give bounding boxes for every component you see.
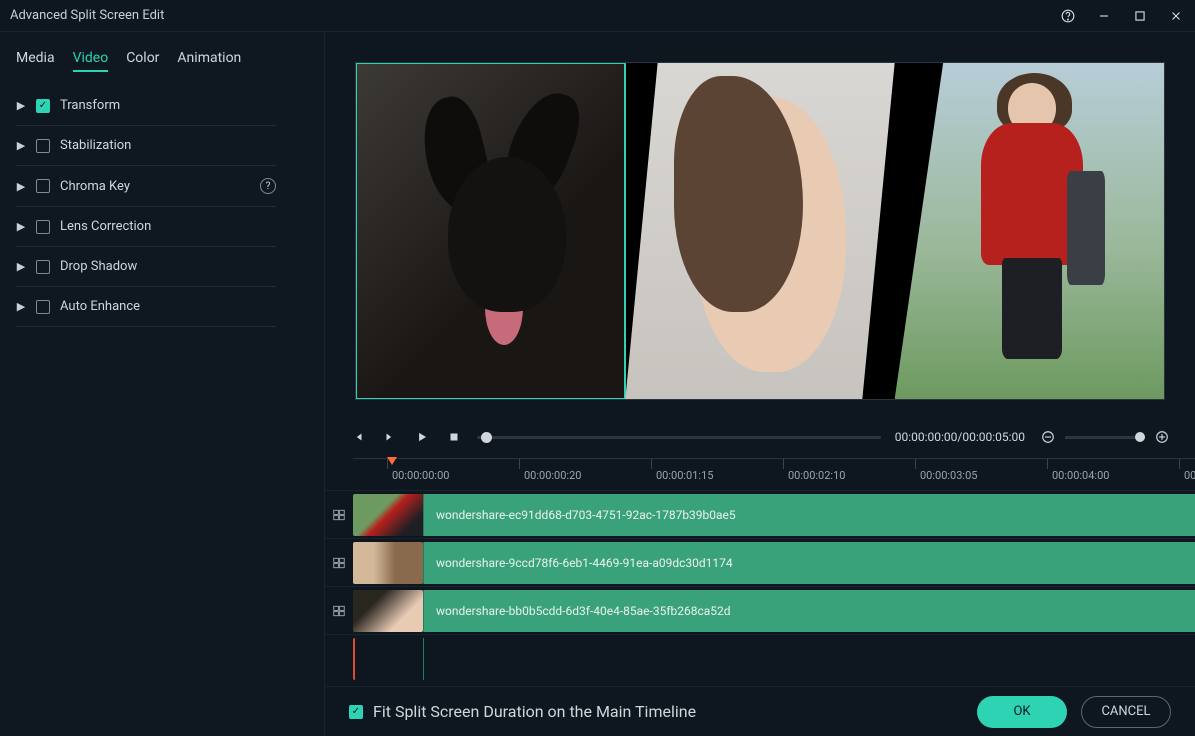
seek-handle[interactable] [481,432,492,443]
option-drop-shadow[interactable]: ▶ Drop Shadow [16,247,276,287]
ruler-tick: 00:00:0 [1179,459,1195,469]
timeline-track[interactable]: wondershare-bb0b5cdd-6d3f-40e4-85ae-35fb… [325,586,1195,634]
titlebar: Advanced Split Screen Edit [0,0,1195,32]
split-screen-preview[interactable] [355,62,1165,400]
timeline-track[interactable]: wondershare-ec91dd68-d703-4751-92ac-1787… [325,490,1195,538]
cancel-button[interactable]: CANCEL [1081,696,1171,728]
minimize-icon[interactable] [1095,7,1113,25]
checkbox-stabilization[interactable] [36,139,50,153]
clip-thumbnail[interactable] [353,590,423,632]
zoom-controls [1039,428,1171,446]
ruler-tick: 00:00:03:05 [915,459,977,469]
ok-button[interactable]: OK [977,696,1067,728]
ruler-tick: 00:00:02:10 [783,459,845,469]
seek-bar[interactable] [477,436,881,439]
ruler-tick: 00:00:00:00 [387,459,449,469]
timecode: 00:00:00:00/00:00:05:00 [895,430,1025,444]
option-chroma-key[interactable]: ▶ Chroma Key ? [16,166,276,207]
split-pane-3[interactable] [895,63,1164,399]
zoom-in-button[interactable] [1153,428,1171,446]
sidebar: Media Video Color Animation ▶ ✓ Transfor… [0,32,325,736]
window-title: Advanced Split Screen Edit [10,8,164,23]
clip [423,638,1195,680]
option-label: Chroma Key [60,179,250,194]
ruler-tick: 00:00:00:20 [519,459,581,469]
checkbox-lens-correction[interactable] [36,220,50,234]
play-button[interactable] [413,428,431,446]
clip[interactable]: wondershare-bb0b5cdd-6d3f-40e4-85ae-35fb… [423,590,1195,632]
option-transform[interactable]: ▶ ✓ Transform [16,86,276,126]
option-stabilization[interactable]: ▶ Stabilization [16,126,276,166]
video-options: ▶ ✓ Transform ▶ Stabilization ▶ Chroma K… [0,78,324,327]
zoom-slider[interactable] [1065,436,1145,439]
step-back-button[interactable] [349,428,367,446]
clip[interactable]: wondershare-ec91dd68-d703-4751-92ac-1787… [423,494,1195,536]
checkbox-chroma-key[interactable] [36,179,50,193]
sidebar-tabs: Media Video Color Animation [0,46,324,78]
clip-thumbnail [353,638,423,680]
split-pane-2[interactable] [625,63,894,399]
checkbox-auto-enhance[interactable] [36,300,50,314]
clip-thumbnail[interactable] [353,494,423,536]
tab-animation[interactable]: Animation [177,46,241,72]
timeline-track-empty[interactable] [325,634,1195,682]
fit-duration-label: Fit Split Screen Duration on the Main Ti… [373,702,696,721]
maximize-icon[interactable] [1131,7,1149,25]
track-icon [325,604,353,618]
checkbox-fit-duration[interactable]: ✓ [349,705,363,719]
timeline-ruler[interactable]: 00:00:00:00 00:00:00:20 00:00:01:15 00:0… [353,458,1195,486]
option-label: Drop Shadow [60,259,276,274]
checkbox-transform[interactable]: ✓ [36,99,50,113]
option-lens-correction[interactable]: ▶ Lens Correction [16,207,276,247]
track-icon [325,508,353,522]
window-controls [1059,7,1185,25]
zoom-handle[interactable] [1135,432,1145,442]
option-label: Lens Correction [60,219,276,234]
tab-video[interactable]: Video [73,46,109,72]
clip[interactable]: wondershare-9ccd78f6-6eb1-4469-91ea-a09d… [423,542,1195,584]
zoom-out-button[interactable] [1039,428,1057,446]
split-pane-1[interactable] [356,63,625,399]
option-label: Stabilization [60,138,276,153]
preview-area [325,32,1195,422]
footer: ✓ Fit Split Screen Duration on the Main … [325,686,1195,736]
player-controls: 00:00:00:00/00:00:05:00 [325,422,1195,452]
chevron-right-icon: ▶ [16,180,26,193]
help-icon[interactable] [1059,7,1077,25]
option-auto-enhance[interactable]: ▶ Auto Enhance [16,287,276,327]
chevron-right-icon: ▶ [16,220,26,233]
step-forward-button[interactable] [381,428,399,446]
ruler-tick: 00:00:04:00 [1047,459,1109,469]
stop-button[interactable] [445,428,463,446]
option-label: Transform [60,98,276,113]
chevron-right-icon: ▶ [16,260,26,273]
tab-color[interactable]: Color [126,46,159,72]
track-icon [325,556,353,570]
timeline: wondershare-ec91dd68-d703-4751-92ac-1787… [325,486,1195,686]
ruler-tick: 00:00:01:15 [651,459,713,469]
close-icon[interactable] [1167,7,1185,25]
help-icon[interactable]: ? [260,178,276,194]
clip-thumbnail[interactable] [353,542,423,584]
timeline-track[interactable]: wondershare-9ccd78f6-6eb1-4469-91ea-a09d… [325,538,1195,586]
chevron-right-icon: ▶ [16,99,26,112]
content: 00:00:00:00/00:00:05:00 00:00:00:00 00:0… [325,32,1195,736]
chevron-right-icon: ▶ [16,300,26,313]
option-label: Auto Enhance [60,299,276,314]
fit-duration-option[interactable]: ✓ Fit Split Screen Duration on the Main … [349,702,696,721]
checkbox-drop-shadow[interactable] [36,260,50,274]
tab-media[interactable]: Media [16,46,55,72]
chevron-right-icon: ▶ [16,139,26,152]
